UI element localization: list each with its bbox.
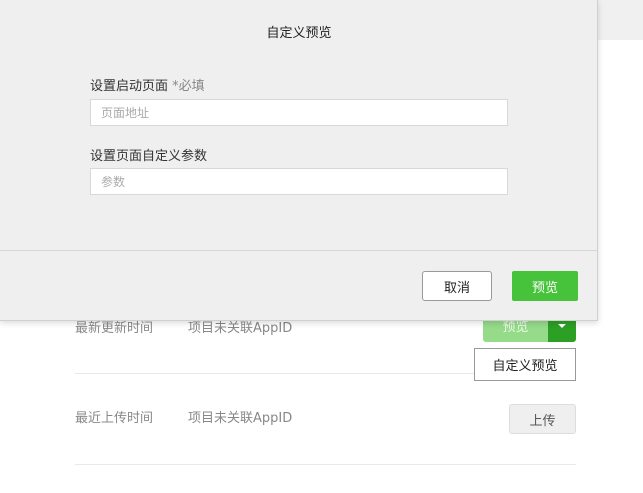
row-value-last-upload: 项目未关联AppID	[188, 411, 293, 426]
dialog-footer-divider	[0, 250, 598, 251]
params-input[interactable]	[90, 168, 508, 195]
start-page-label: 设置启动页面 *必填	[90, 75, 205, 94]
custom-preview-menu-item[interactable]: 自定义预览	[474, 348, 576, 381]
start-page-label-text: 设置启动页面	[90, 79, 169, 94]
caret-down-icon	[558, 323, 566, 328]
custom-preview-dialog: 自定义预览 设置启动页面 *必填 设置页面自定义参数 取消 预览	[0, 0, 598, 321]
upload-button[interactable]: 上传	[509, 404, 576, 434]
params-label: 设置页面自定义参数	[90, 149, 208, 164]
cancel-button[interactable]: 取消	[422, 271, 492, 301]
dialog-title: 自定义预览	[266, 26, 332, 41]
required-mark: *必填	[172, 79, 205, 94]
start-page-input[interactable]	[90, 99, 508, 126]
row-label-last-upload: 最近上传时间	[75, 411, 154, 426]
divider	[75, 464, 576, 465]
confirm-preview-button[interactable]: 预览	[512, 271, 578, 301]
